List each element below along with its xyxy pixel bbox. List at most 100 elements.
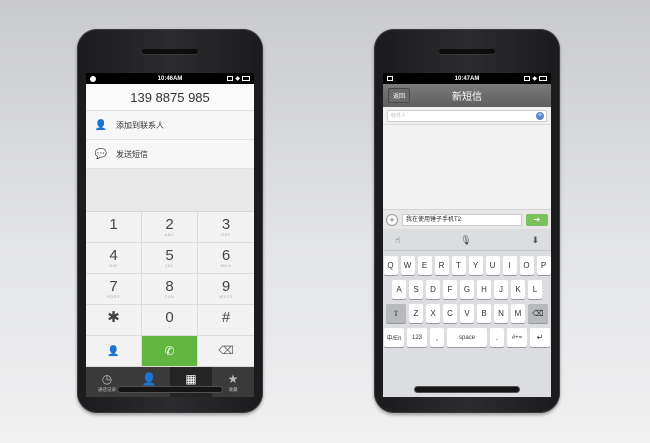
- battery-icon: [242, 76, 250, 81]
- enter-key[interactable]: ↵: [530, 328, 550, 347]
- add-to-contacts-row[interactable]: 👤 添加到联系人: [86, 111, 254, 140]
- vibrate-icon: [227, 76, 234, 81]
- key-t[interactable]: T: [451, 256, 466, 275]
- key-j[interactable]: J: [494, 280, 508, 299]
- clock-icon: ◷: [101, 371, 113, 386]
- vibrate-icon: [524, 76, 531, 81]
- key-8[interactable]: 8 TUV: [142, 274, 198, 305]
- keyboard-row-4: 中/En 123 , space . #+= ↵: [383, 328, 551, 347]
- key-2[interactable]: 2 ABC: [142, 212, 198, 243]
- comma-key[interactable]: ,: [430, 328, 444, 347]
- delete-button[interactable]: ⌫: [198, 336, 254, 367]
- home-button[interactable]: [414, 386, 520, 393]
- key-i[interactable]: I: [502, 256, 517, 275]
- key-y[interactable]: Y: [468, 256, 483, 275]
- key-5[interactable]: 5 JKL: [142, 243, 198, 274]
- key-v[interactable]: V: [460, 304, 474, 323]
- symbols-key[interactable]: #+=: [507, 328, 527, 347]
- dialpad-icon: ▦: [185, 371, 197, 386]
- keyboard: ☝ 🎙 ⬇ Q W E R T Y U I O P A S D F G H J …: [383, 229, 551, 397]
- key-z[interactable]: Z: [409, 304, 423, 323]
- wifi-icon: ◆: [235, 75, 240, 82]
- key-f[interactable]: F: [443, 280, 457, 299]
- phone-left: 10:46AM ◆ 139 8875 985 👤 添加到联系人 💬 发送短信 1…: [77, 29, 263, 413]
- key-3[interactable]: 3 DEF: [198, 212, 254, 243]
- wifi-icon: ◆: [532, 75, 537, 82]
- key-r[interactable]: R: [434, 256, 449, 275]
- dialer-screen: 10:46AM ◆ 139 8875 985 👤 添加到联系人 💬 发送短信 1…: [86, 73, 254, 397]
- key-g[interactable]: G: [460, 280, 474, 299]
- numbers-key[interactable]: 123: [407, 328, 427, 347]
- key-e[interactable]: E: [417, 256, 432, 275]
- message-notification-icon: [387, 76, 393, 81]
- message-input[interactable]: 我在使用锤子手机T2.: [402, 213, 522, 226]
- keyboard-row-2: A S D F G H J K L: [383, 280, 551, 299]
- key-a[interactable]: A: [392, 280, 406, 299]
- key-hash[interactable]: #: [198, 305, 254, 336]
- notification-icon: [90, 75, 96, 82]
- key-s[interactable]: S: [409, 280, 423, 299]
- space-key[interactable]: space: [447, 328, 487, 347]
- key-d[interactable]: D: [426, 280, 440, 299]
- recipient-input[interactable]: 收件人 +: [387, 110, 547, 122]
- recipient-placeholder: 收件人: [391, 113, 407, 119]
- key-b[interactable]: B: [477, 304, 491, 323]
- key-o[interactable]: O: [519, 256, 534, 275]
- key-w[interactable]: W: [400, 256, 415, 275]
- call-button[interactable]: ✆: [142, 336, 198, 367]
- add-contact-icon: 👤: [107, 345, 120, 357]
- key-q[interactable]: Q: [383, 256, 398, 275]
- key-6[interactable]: 6 MNO: [198, 243, 254, 274]
- key-9[interactable]: 9 WXYZ: [198, 274, 254, 305]
- send-sms-row[interactable]: 💬 发送短信: [86, 140, 254, 169]
- key-m[interactable]: M: [511, 304, 525, 323]
- keyboard-row-3: ⇧ Z X C V B N M ⌫: [383, 304, 551, 323]
- key-1[interactable]: 1: [86, 212, 142, 243]
- backspace-key[interactable]: ⌫: [528, 304, 548, 323]
- message-icon: 💬: [94, 148, 108, 160]
- hide-keyboard-icon[interactable]: ⬇: [531, 235, 539, 246]
- key-u[interactable]: U: [485, 256, 500, 275]
- add-contact-button[interactable]: 👤: [86, 336, 142, 367]
- message-thread-area: [383, 125, 551, 209]
- key-7[interactable]: 7 PQRS: [86, 274, 142, 305]
- keyboard-toolbar: ☝ 🎙 ⬇: [383, 231, 551, 251]
- attach-button[interactable]: +: [386, 213, 398, 226]
- recipient-row: 收件人 +: [383, 107, 551, 125]
- microphone-icon[interactable]: 🎙: [460, 235, 471, 246]
- status-bar: 10:46AM ◆: [86, 73, 254, 84]
- key-k[interactable]: K: [511, 280, 525, 299]
- star-icon: ★: [227, 371, 239, 386]
- sms-screen: 10:47AM ◆ 返回 新短信 收件人 + + 我在使用锤子手机T2. ➜ ☝…: [383, 73, 551, 397]
- sms-header: 返回 新短信: [383, 84, 551, 107]
- dialpad: 1 2 ABC 3 DEF 4 GHI 5 JKL 6 MNO 7 PQRS 8 TUV 9W…: [86, 212, 254, 367]
- key-l[interactable]: L: [528, 280, 542, 299]
- key-c[interactable]: C: [443, 304, 457, 323]
- cursor-hand-icon[interactable]: ☝: [395, 235, 400, 246]
- home-button[interactable]: [117, 386, 223, 393]
- key-x[interactable]: X: [426, 304, 440, 323]
- language-switch-key[interactable]: 中/En: [384, 328, 404, 347]
- compose-bar: + 我在使用锤子手机T2. ➜: [383, 209, 551, 229]
- send-sms-label: 发送短信: [116, 149, 148, 159]
- shift-key[interactable]: ⇧: [386, 304, 406, 323]
- key-p[interactable]: P: [536, 256, 551, 275]
- key-h[interactable]: H: [477, 280, 491, 299]
- back-button[interactable]: 返回: [388, 88, 411, 103]
- key-4[interactable]: 4 GHI: [86, 243, 142, 274]
- add-contact-icon: 👤: [94, 119, 108, 131]
- dialed-number: 139 8875 985: [86, 84, 254, 111]
- send-button[interactable]: ➜: [526, 213, 548, 226]
- key-n[interactable]: N: [494, 304, 508, 323]
- key-star[interactable]: ✱: [86, 305, 142, 336]
- add-to-contacts-label: 添加到联系人: [116, 120, 164, 130]
- key-0[interactable]: 0 +: [142, 305, 198, 336]
- period-key[interactable]: .: [490, 328, 504, 347]
- status-bar: 10:47AM ◆: [383, 73, 551, 84]
- add-recipient-icon[interactable]: +: [536, 112, 544, 120]
- phone-right: 10:47AM ◆ 返回 新短信 收件人 + + 我在使用锤子手机T2. ➜ ☝…: [374, 29, 560, 413]
- backspace-icon: ⌫: [218, 344, 234, 357]
- phone-icon: ✆: [164, 343, 175, 358]
- earpiece-speaker: [142, 49, 198, 54]
- keyboard-row-1: Q W E R T Y U I O P: [383, 256, 551, 275]
